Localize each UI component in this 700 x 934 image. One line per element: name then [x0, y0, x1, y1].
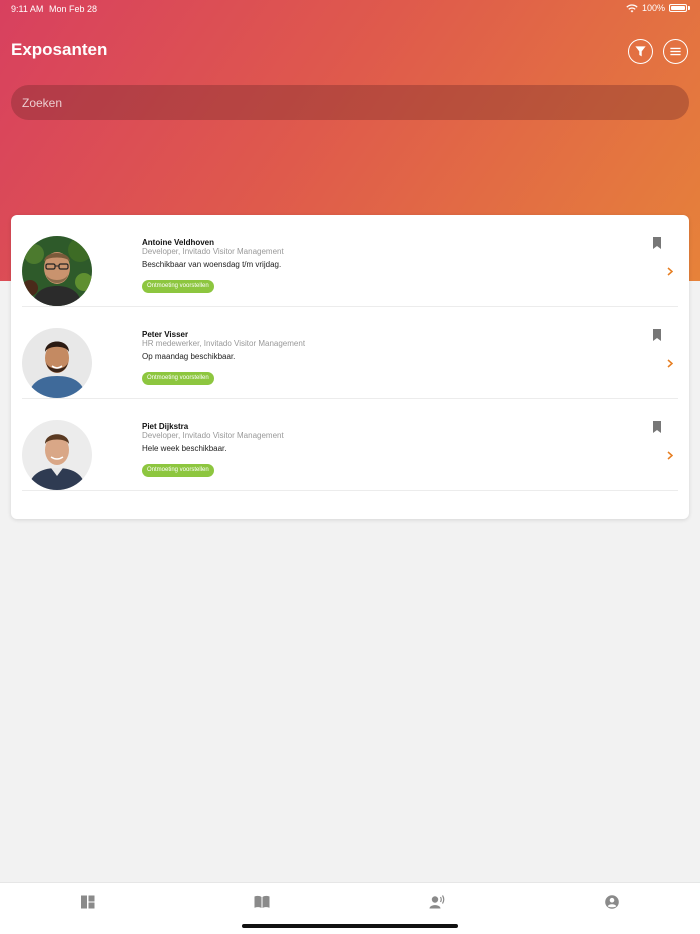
- exhibitor-availability: Hele week beschikbaar.: [142, 444, 227, 453]
- status-date: Mon Feb 28: [49, 4, 98, 14]
- propose-meeting-button[interactable]: Ontmoeting voorstellen: [142, 372, 214, 385]
- exhibitor-list: Antoine Veldhoven Developer, Invitado Vi…: [11, 215, 689, 519]
- tab-catalog[interactable]: [254, 895, 270, 909]
- home-indicator: [242, 924, 458, 928]
- book-icon: [254, 895, 270, 908]
- exhibitor-name: Antoine Veldhoven: [142, 238, 215, 247]
- list-item[interactable]: Piet Dijkstra Developer, Invitado Visito…: [11, 399, 689, 491]
- propose-meeting-button[interactable]: Ontmoeting voorstellen: [142, 280, 214, 293]
- tab-dashboard[interactable]: [80, 895, 96, 909]
- exhibitor-name: Piet Dijkstra: [142, 422, 189, 431]
- exhibitor-availability: Beschikbaar van woensdag t/m vrijdag.: [142, 260, 282, 269]
- tab-speakers[interactable]: [429, 895, 445, 909]
- battery-cap: [688, 6, 690, 10]
- exhibitor-availability: Op maandag beschikbaar.: [142, 352, 236, 361]
- chevron-right-icon[interactable]: [667, 267, 673, 276]
- bookmark-icon[interactable]: [652, 329, 662, 341]
- avatar: [22, 420, 92, 490]
- battery-icon: [669, 4, 687, 12]
- exhibitor-name: Peter Visser: [142, 330, 189, 339]
- status-bar: 9:11 AM Mon Feb 28 100%: [0, 0, 700, 18]
- exhibitor-role: Developer, Invitado Visitor Management: [142, 247, 284, 256]
- list-item[interactable]: Peter Visser HR medewerker, Invitado Vis…: [11, 307, 689, 399]
- status-indicators: 100%: [626, 3, 690, 13]
- filter-button[interactable]: [628, 39, 653, 64]
- bookmark-icon[interactable]: [652, 237, 662, 249]
- avatar: [22, 328, 92, 398]
- tab-profile[interactable]: [604, 895, 620, 909]
- speaker-icon: [429, 895, 445, 909]
- menu-icon: [670, 47, 681, 56]
- divider: [22, 490, 678, 491]
- exhibitor-role: HR medewerker, Invitado Visitor Manageme…: [142, 339, 306, 348]
- menu-button[interactable]: [663, 39, 688, 64]
- avatar: [22, 236, 92, 306]
- bookmark-icon[interactable]: [652, 421, 662, 433]
- filter-icon: [635, 46, 646, 57]
- dashboard-icon: [81, 895, 95, 909]
- status-time: 9:11 AM: [11, 4, 44, 14]
- battery-percent: 100%: [641, 3, 665, 13]
- propose-meeting-button[interactable]: Ontmoeting voorstellen: [142, 464, 214, 477]
- profile-icon: [605, 895, 619, 909]
- list-item[interactable]: Antoine Veldhoven Developer, Invitado Vi…: [11, 215, 689, 307]
- exhibitor-role: Developer, Invitado Visitor Management: [142, 431, 284, 440]
- chevron-right-icon[interactable]: [667, 359, 673, 368]
- wifi-icon: [626, 3, 638, 12]
- search-input[interactable]: [11, 85, 689, 120]
- page-title: Exposanten: [11, 40, 108, 59]
- chevron-right-icon[interactable]: [667, 451, 673, 460]
